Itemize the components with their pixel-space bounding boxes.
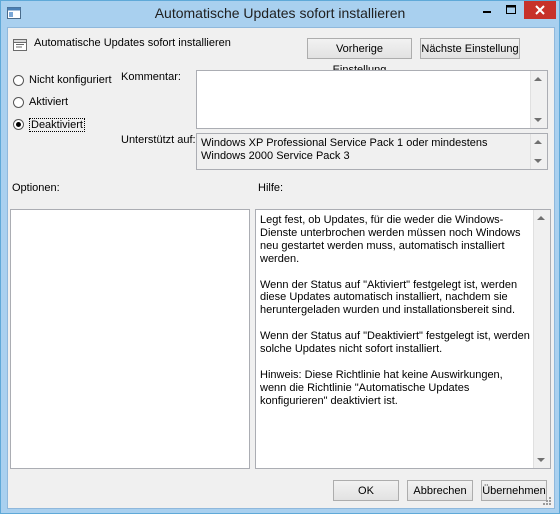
help-paragraph: Wenn der Status auf "Aktiviert" festgele… [260, 278, 518, 317]
help-paragraph: Legt fest, ob Updates, für die weder die… [260, 214, 521, 265]
help-text: Legt fest, ob Updates, für die weder die… [260, 214, 530, 420]
help-scrollbar[interactable] [533, 210, 550, 468]
help-paragraph: Hinweis: Diese Richtlinie hat keine Ausw… [260, 368, 503, 407]
dialog-window: Automatische Updates sofort installieren… [0, 0, 560, 514]
radio-circle [13, 97, 24, 108]
previous-setting-button[interactable]: Vorherige Einstellung [307, 38, 412, 76]
comment-textarea[interactable] [196, 70, 548, 129]
options-label: Optionen: [12, 182, 60, 194]
radio-selected-dot [16, 122, 21, 127]
scroll-up-icon[interactable] [537, 216, 545, 220]
scroll-down-icon[interactable] [534, 118, 542, 122]
radio-label: Nicht konfiguriert [29, 74, 112, 86]
scroll-down-icon[interactable] [537, 458, 545, 462]
minimize-icon [483, 11, 491, 13]
policy-title: Automatische Updates sofort installieren [34, 37, 231, 49]
policy-setting-icon [13, 39, 27, 51]
help-paragraph: Wenn der Status auf "Deaktiviert" festge… [260, 330, 530, 356]
maximize-button[interactable] [500, 1, 522, 19]
dialog-client: Automatische Updates sofort installieren… [7, 27, 555, 509]
minimize-button[interactable] [476, 1, 498, 19]
title-bar[interactable]: Automatische Updates sofort installieren [1, 1, 559, 27]
close-button[interactable] [524, 1, 556, 19]
supported-on-field: Windows XP Professional Service Pack 1 o… [196, 133, 548, 170]
resize-grip-icon[interactable] [542, 496, 552, 506]
options-panel [10, 209, 250, 469]
radio-circle [13, 119, 24, 130]
comment-scrollbar[interactable] [530, 71, 547, 128]
supported-label: Unterstützt auf: [121, 134, 196, 146]
supported-scrollbar[interactable] [530, 134, 547, 169]
scroll-down-icon[interactable] [534, 159, 542, 163]
ok-button[interactable]: OK [333, 480, 399, 501]
apply-button[interactable]: Übernehmen [481, 480, 547, 501]
help-label: Hilfe: [258, 182, 284, 194]
supported-on-value: Windows XP Professional Service Pack 1 o… [201, 137, 488, 162]
cancel-button[interactable]: Abbrechen [407, 480, 473, 501]
scroll-up-icon[interactable] [534, 140, 542, 144]
radio-label: Deaktiviert [29, 118, 85, 132]
radio-label: Aktiviert [29, 96, 69, 108]
next-setting-button[interactable]: Nächste Einstellung [420, 38, 520, 59]
close-icon [535, 5, 545, 15]
radio-circle [13, 75, 24, 86]
maximize-icon [506, 5, 516, 14]
comment-label: Kommentar: [121, 71, 181, 83]
scroll-up-icon[interactable] [534, 77, 542, 81]
help-panel: Legt fest, ob Updates, für die weder die… [255, 209, 551, 469]
